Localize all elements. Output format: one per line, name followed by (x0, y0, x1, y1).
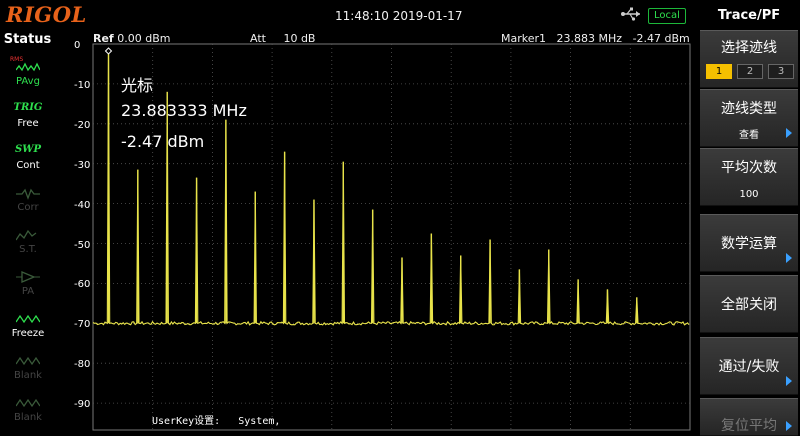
math-button[interactable]: 数学运算 (700, 214, 798, 272)
spectrum-plot[interactable] (0, 0, 800, 434)
y-tick-label: -10 (74, 79, 91, 91)
spectrum-trace (92, 53, 690, 326)
y-tick-label: -50 (74, 239, 91, 251)
trace-tab-2[interactable]: 2 (737, 64, 763, 79)
y-tick-label: -30 (74, 159, 91, 171)
reset-average-button[interactable]: 复位平均 (700, 398, 798, 436)
select-trace-button[interactable]: 选择迹线 1 2 3 (700, 30, 798, 88)
y-tick-label: -90 (74, 399, 91, 411)
y-tick-label: -20 (74, 119, 91, 131)
userkey-label: UserKey设置: (152, 416, 221, 427)
y-tick-label: -80 (74, 359, 91, 371)
trace-type-button[interactable]: 迹线类型 查看 (700, 89, 798, 147)
trace-tabs: 1 2 3 (706, 64, 794, 79)
softkey-title: 数学运算 (721, 236, 777, 252)
pass-fail-button[interactable]: 通过/失败 (700, 337, 798, 395)
trace-tab-1[interactable]: 1 (706, 64, 732, 79)
softkey-panel: Trace/PF 选择迹线 1 2 3 迹线类型 查看 平均次数 100 数学运… (698, 0, 800, 436)
marker-info-level: -2.47 dBm (121, 132, 205, 151)
menu-title: Trace/PF (717, 8, 781, 23)
trace-tab-3[interactable]: 3 (768, 64, 794, 79)
softkey-title: 全部关闭 (721, 297, 777, 313)
softkey-title: 通过/失败 (718, 359, 780, 375)
softkey-sub: 100 (739, 189, 759, 200)
softkey-sub: 查看 (739, 130, 759, 141)
softkey-title: 迹线类型 (721, 101, 777, 117)
softkey-title: 选择迹线 (721, 40, 777, 56)
softkey-title: 复位平均 (721, 418, 777, 434)
submenu-arrow-icon (786, 128, 792, 138)
y-tick-label: -40 (74, 199, 91, 211)
userkey-value: System, (238, 416, 281, 427)
softkey-title: 平均次数 (721, 160, 777, 176)
y-tick-label: -70 (74, 319, 91, 331)
all-off-button[interactable]: 全部关闭 (700, 275, 798, 333)
submenu-arrow-icon (786, 253, 792, 263)
submenu-arrow-icon (786, 376, 792, 386)
userkey-status: UserKey设置: System, (152, 412, 280, 427)
marker-1-diamond-icon (104, 47, 113, 55)
marker-info-title: 光标 (121, 76, 154, 95)
y-tick-label: 0 (74, 40, 81, 51)
average-count-button[interactable]: 平均次数 100 (700, 148, 798, 206)
submenu-arrow-icon (786, 421, 792, 431)
y-tick-label: -60 (74, 279, 91, 291)
marker-info-freq: 23.883333 MHz (121, 101, 247, 120)
